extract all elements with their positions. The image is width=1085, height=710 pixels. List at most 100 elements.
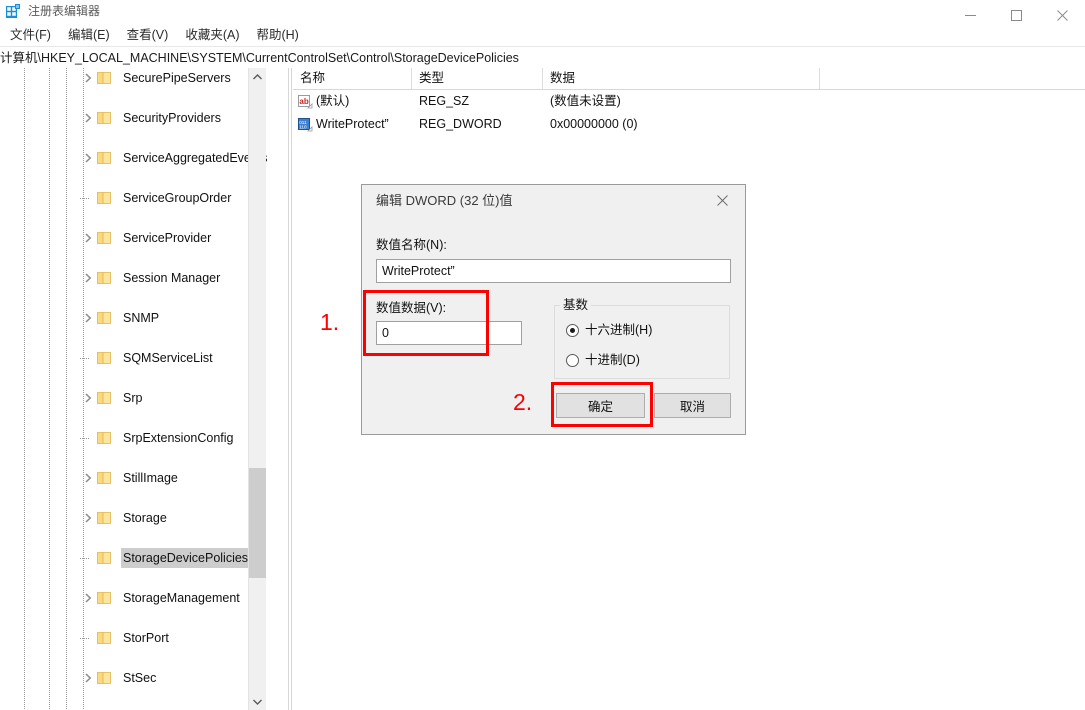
value-name-input[interactable] — [376, 259, 731, 283]
tree-item-servicegrouporder[interactable]: ServiceGroupOrder — [0, 188, 265, 208]
tree-item-storport[interactable]: StorPort — [0, 628, 265, 648]
radio-hex-label: 十六进制(H) — [585, 322, 652, 338]
column-name[interactable]: 名称 — [293, 68, 412, 89]
menu-file[interactable]: 文件(F) — [2, 25, 60, 45]
tree-leaf-connector — [80, 548, 97, 568]
tree-item-srp[interactable]: Srp — [0, 388, 265, 408]
address-bar[interactable]: 计算机\HKEY_LOCAL_MACHINE\SYSTEM\CurrentCon… — [0, 46, 1085, 69]
tree-indent — [0, 148, 80, 168]
tree-item-sqmservicelist[interactable]: SQMServiceList — [0, 348, 265, 368]
svg-text:ab: ab — [299, 97, 308, 106]
address-path: 计算机\HKEY_LOCAL_MACHINE\SYSTEM\CurrentCon… — [0, 49, 519, 67]
folder-icon — [97, 591, 117, 605]
value-data-label: 数值数据(V): — [376, 300, 446, 317]
tree-item-serviceprovider[interactable]: ServiceProvider — [0, 228, 265, 248]
tree-item-label: StorageDevicePolicies — [121, 548, 251, 568]
chevron-right-icon[interactable] — [80, 388, 97, 408]
tree-item-label: StillImage — [121, 468, 181, 488]
column-data[interactable]: 数据 — [543, 68, 820, 89]
value-data: 0x00000000 (0) — [550, 114, 638, 135]
chevron-right-icon[interactable] — [80, 68, 97, 88]
folder-icon — [97, 511, 117, 525]
chevron-right-icon[interactable] — [80, 308, 97, 328]
tree-indent — [0, 548, 80, 568]
scrollbar-thumb[interactable] — [249, 468, 266, 578]
chevron-right-icon[interactable] — [80, 508, 97, 528]
chevron-right-icon[interactable] — [80, 268, 97, 288]
tree-indent — [0, 588, 80, 608]
scroll-down-arrow-icon[interactable] — [249, 693, 266, 710]
tree-item-storagemanagement[interactable]: StorageManagement — [0, 588, 265, 608]
tree-leaf-connector — [80, 188, 97, 208]
chevron-right-icon[interactable] — [80, 228, 97, 248]
dialog-close-icon[interactable] — [700, 185, 745, 215]
tree-item-storagedevicepolicies[interactable]: StorageDevicePolicies — [0, 548, 265, 568]
tree-item-stsec[interactable]: StSec — [0, 668, 265, 688]
tree-item-label: Storage — [121, 508, 170, 528]
tree-indent — [0, 428, 80, 448]
tree-item-session-manager[interactable]: Session Manager — [0, 268, 265, 288]
folder-icon — [97, 471, 117, 485]
value-data-input[interactable] — [376, 321, 522, 345]
value-type: REG_SZ — [419, 91, 469, 112]
tree-item-storage[interactable]: Storage — [0, 508, 265, 528]
menu-help[interactable]: 帮助(H) — [248, 25, 307, 45]
value-type: REG_DWORD — [419, 114, 502, 135]
radio-hex[interactable]: 十六进制(H) — [566, 322, 652, 338]
chevron-right-icon[interactable] — [80, 588, 97, 608]
radio-decimal[interactable]: 十进制(D) — [566, 352, 640, 368]
tree-item-label: ServiceProvider — [121, 228, 214, 248]
value-data: (数值未设置) — [550, 91, 621, 112]
scroll-up-arrow-icon[interactable] — [249, 68, 266, 85]
menu-edit[interactable]: 编辑(E) — [60, 25, 119, 45]
tree-item-securepipeservers[interactable]: SecurePipeServers — [0, 68, 265, 88]
folder-icon — [97, 231, 117, 245]
tree-indent — [0, 628, 80, 648]
tree-item-securityproviders[interactable]: SecurityProviders — [0, 108, 265, 128]
cancel-button[interactable]: 取消 — [654, 393, 731, 418]
value-name: (默认) — [316, 91, 349, 112]
chevron-right-icon[interactable] — [80, 108, 97, 128]
tree-item-stillimage[interactable]: StillImage — [0, 468, 265, 488]
value-row[interactable]: ab (默认) REG_SZ (数值未设置) — [293, 91, 1085, 112]
dialog-title: 编辑 DWORD (32 位)值 — [376, 192, 513, 210]
tree-item-label: SNMP — [121, 308, 162, 328]
tree-item-label: SecurePipeServers — [121, 68, 234, 88]
folder-icon — [97, 71, 117, 85]
column-type[interactable]: 类型 — [412, 68, 543, 89]
tree-indent — [0, 308, 80, 328]
pane-divider[interactable] — [288, 68, 289, 710]
value-row[interactable]: 011110WriteProtect”REG_DWORD0x00000000 (… — [293, 114, 1085, 135]
chevron-right-icon[interactable] — [80, 148, 97, 168]
tree-item-serviceaggregatedevents[interactable]: ServiceAggregatedEvents — [0, 148, 265, 168]
chevron-right-icon[interactable] — [80, 468, 97, 488]
dword-value-icon: 011110 — [298, 117, 313, 132]
folder-icon — [97, 111, 117, 125]
folder-icon — [97, 151, 117, 165]
menu-view[interactable]: 查看(V) — [119, 25, 178, 45]
title-bar: 注册表编辑器 — [0, 0, 1085, 23]
folder-icon — [97, 631, 117, 645]
annotation-step-2: 2. — [513, 389, 532, 415]
annotation-step-1: 1. — [320, 309, 339, 335]
dialog-body: 数值名称(N): 数值数据(V): 基数 十六进制(H) 十进制(D) 确定 取… — [362, 217, 745, 434]
registry-tree-pane: SecurePipeServers SecurityProviders Servic… — [0, 68, 290, 710]
registry-tree[interactable]: SecurePipeServers SecurityProviders Servic… — [0, 68, 265, 708]
values-column-header: 名称 类型 数据 — [293, 68, 1085, 90]
ok-button[interactable]: 确定 — [556, 393, 645, 418]
tree-item-snmp[interactable]: SNMP — [0, 308, 265, 328]
tree-scrollbar[interactable] — [248, 68, 266, 710]
tree-item-label: SQMServiceList — [121, 348, 216, 368]
tree-indent — [0, 68, 80, 88]
tree-item-label: StSec — [121, 668, 159, 688]
tree-item-srpextensionconfig[interactable]: SrpExtensionConfig — [0, 428, 265, 448]
folder-icon — [97, 551, 117, 565]
tree-item-label: SrpExtensionConfig — [121, 428, 236, 448]
chevron-right-icon[interactable] — [80, 668, 97, 688]
string-value-icon: ab — [298, 94, 313, 109]
menu-favorites[interactable]: 收藏夹(A) — [177, 25, 248, 45]
radio-decimal-label: 十进制(D) — [585, 352, 640, 368]
value-name-label: 数值名称(N): — [376, 237, 447, 254]
tree-item-label: Session Manager — [121, 268, 223, 288]
registry-editor-icon — [6, 4, 22, 20]
